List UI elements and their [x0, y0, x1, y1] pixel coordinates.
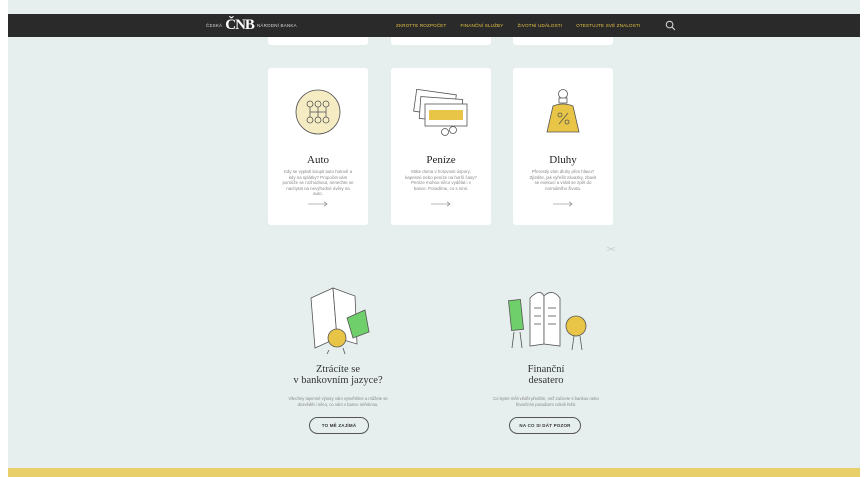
- feature-financial-decalogue: Finanční desatero Co byste měli vědět př…: [466, 272, 626, 442]
- footer-accent-band: [8, 468, 860, 477]
- arrow-right-icon[interactable]: [553, 201, 573, 207]
- decorative-cross-icon: [606, 246, 616, 252]
- card-stub: [268, 37, 368, 45]
- nav-item-test-knowledge[interactable]: OTESTUJTE SVÉ ZNALOSTI: [576, 23, 640, 28]
- logo-text-left: ČESKÁ: [206, 23, 223, 28]
- gear-shift-icon: [295, 89, 341, 135]
- feature-title-line2: v bankovním jazyce?: [293, 375, 383, 386]
- arrow-right-icon[interactable]: [431, 201, 451, 207]
- feature-title-line2: desatero: [528, 375, 564, 386]
- card-auto[interactable]: Auto Kdy se vyplatí koupit auto hotově a…: [268, 68, 368, 225]
- money-stack-icon: [413, 88, 468, 136]
- card-stub: [391, 37, 491, 45]
- feature-title-line1: Finanční: [527, 364, 565, 375]
- to-me-zajima-button[interactable]: TO MĚ ZAJÍMÁ: [309, 417, 369, 434]
- page: ČESKÁ ČNB NÁRODNÍ BANKA ZKROTTE ROZPOČET…: [8, 0, 860, 477]
- card-description: Kdy se vyplatí koupit auto hotově a kdy …: [282, 169, 354, 197]
- top-navigation-bar: ČESKÁ ČNB NÁRODNÍ BANKA ZKROTTE ROZPOČET…: [8, 14, 860, 37]
- nav-item-financial-services[interactable]: FINANČNÍ SLUŽBY: [460, 23, 503, 28]
- card-penize[interactable]: Peníze Máte doma v hotovosti úspory, kap…: [391, 68, 491, 225]
- nav-item-budget[interactable]: ZKROTTE ROZPOČET: [396, 23, 446, 28]
- search-icon[interactable]: [665, 20, 676, 31]
- card-title: Dluhy: [549, 154, 577, 166]
- card-title: Peníze: [426, 154, 456, 166]
- logo-mark: ČNB: [225, 17, 255, 33]
- card-description: Máte doma v hotovosti úspory, kapesné ne…: [405, 169, 477, 191]
- book-illustration-icon: [310, 287, 370, 355]
- main-nav: ZKROTTE ROZPOČET FINANČNÍ SLUŽBY ŽIVOTNÍ…: [396, 14, 654, 37]
- card-title: Auto: [307, 154, 329, 166]
- feature-title-line1: Ztrácíte se: [315, 364, 360, 375]
- cnb-logo[interactable]: ČESKÁ ČNB NÁRODNÍ BANKA: [206, 14, 297, 37]
- feature-banking-language: Ztrácíte se v bankovním jazyce? Všechny …: [258, 272, 418, 442]
- card-description: Přerostly vám dluhy přes hlavu? Zjistěte…: [529, 169, 597, 191]
- feature-description: Co byste měli vědět předtím, než začnete…: [493, 396, 599, 407]
- arrow-right-icon[interactable]: [308, 201, 328, 207]
- na-co-si-dat-pozor-button[interactable]: NA CO SI DÁT POZOR: [509, 417, 581, 434]
- card-stub: [513, 37, 613, 45]
- nav-item-life-events[interactable]: ŽIVOTNÍ UDÁLOSTI: [517, 23, 562, 28]
- feature-description: Všechny tajemné výrazy vám vysvětlíme a …: [288, 396, 388, 407]
- card-dluhy[interactable]: Dluhy Přerostly vám dluhy přes hlavu? Zj…: [513, 68, 613, 225]
- logo-text-right: NÁRODNÍ BANKA: [256, 23, 297, 28]
- tablets-illustration-icon: [508, 292, 587, 351]
- debt-weight-icon: [546, 89, 580, 133]
